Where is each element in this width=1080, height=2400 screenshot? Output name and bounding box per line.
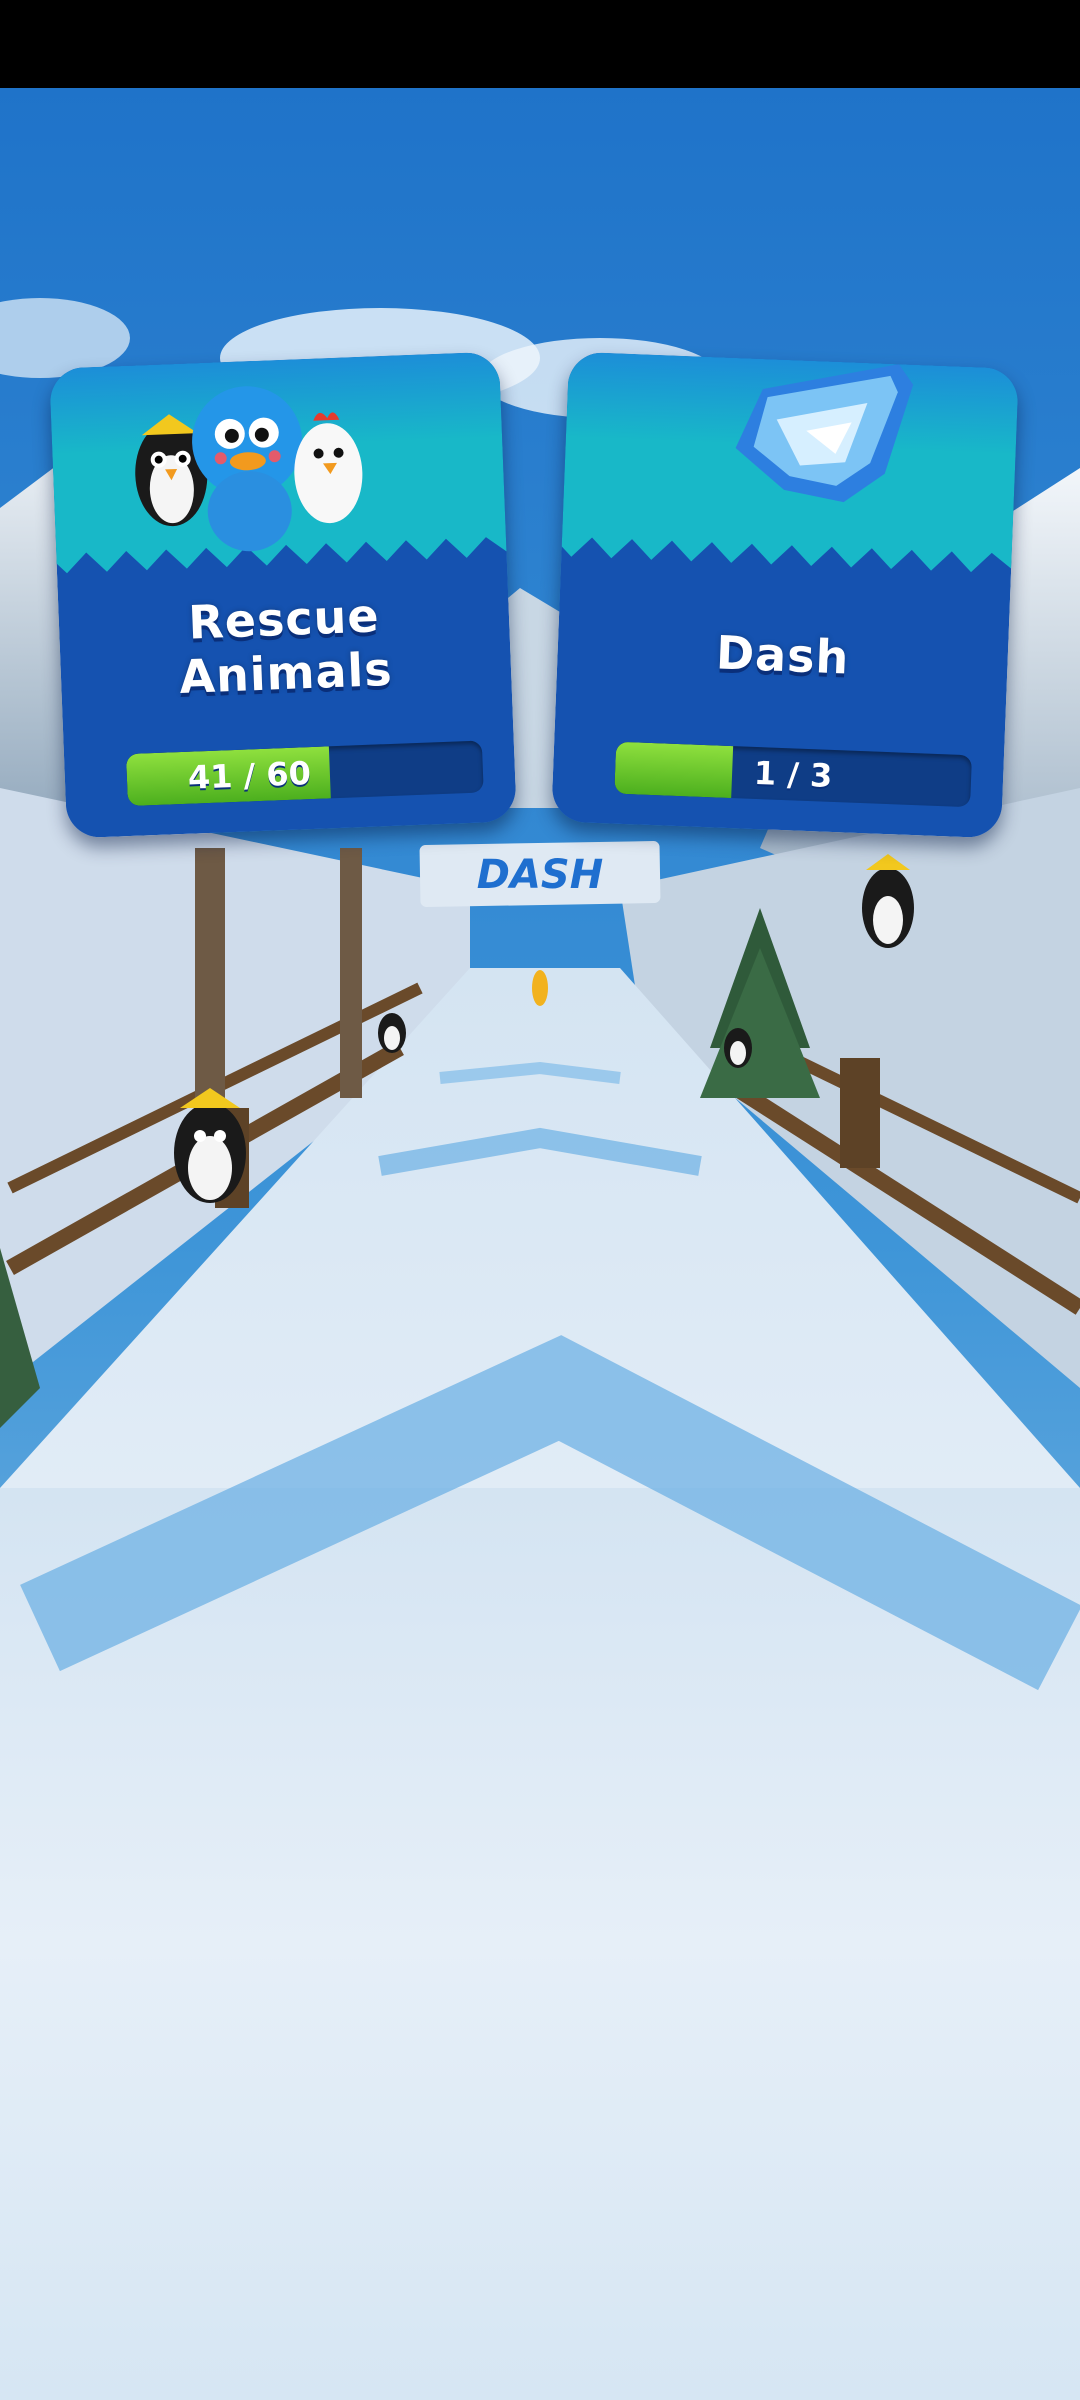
- penguin-far-1: [378, 1013, 406, 1053]
- penguin-left: [174, 1088, 246, 1203]
- dash-crystal-icon: [735, 364, 914, 503]
- runner-character: [532, 970, 548, 1006]
- dash-banner-text: DASH: [477, 852, 603, 898]
- mission-card-dash: Dash 1 / 3: [551, 351, 1019, 839]
- animals-group-icon: [135, 386, 363, 552]
- penguin-right: [862, 854, 914, 948]
- status-bar: [0, 0, 1080, 88]
- mission-title: Rescue Animals: [178, 588, 394, 705]
- penguin-far-2: [724, 1028, 752, 1068]
- mission-card-rescue-animals: Rescue Animals 41 / 60: [49, 351, 517, 839]
